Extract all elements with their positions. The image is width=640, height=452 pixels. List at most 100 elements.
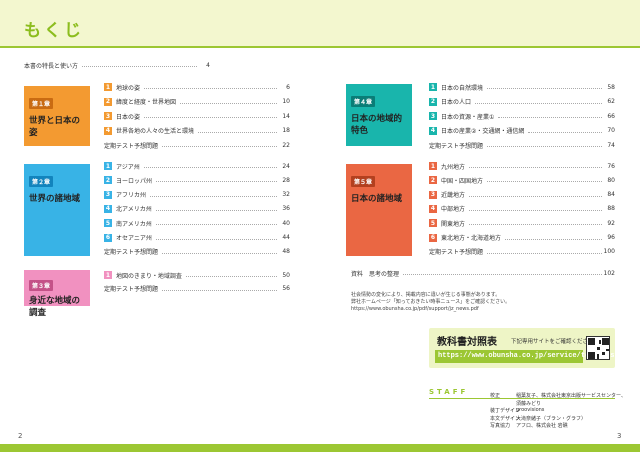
leader-dots [505, 236, 602, 240]
test-page: 48 [282, 248, 290, 256]
item-label: 日本の人口 [441, 99, 472, 106]
item-label: 日本の産業②・交通網・通信網 [441, 128, 525, 135]
test-row[interactable]: 定期テスト予想問題 100 [429, 247, 615, 257]
item-page: 80 [607, 176, 615, 184]
note-line-1: 社会情勢の変化により、掲載内容に違いが生じる事態があります。 [351, 292, 501, 298]
test-label: 定期テスト予想問題 [429, 249, 484, 257]
leader-dots [469, 193, 602, 197]
test-row[interactable]: 定期テスト予想問題 48 [104, 247, 290, 257]
item-page: 18 [282, 127, 290, 134]
leader-dots [162, 143, 277, 147]
item-label: 中部地方 [441, 206, 466, 214]
toc-item-row[interactable]: 2 中国・四国地方 80 [429, 175, 615, 185]
chapter-2-number: 第２章 [29, 176, 54, 187]
staff-row: 写真協力 アフロ、株式会社 岩礁 [490, 422, 616, 429]
item-page: 96 [607, 234, 615, 241]
textbook-title: 教科書対照表 [437, 337, 497, 348]
leader-dots [469, 207, 602, 211]
chapter-2-title: 世界の諸地域 [29, 194, 81, 204]
page-number-right: 3 [617, 432, 622, 440]
toc-item-row[interactable]: 3 アフリカ州 32 [104, 190, 290, 200]
reference-label: 資料 思考の整理 [351, 270, 400, 278]
leader-dots [162, 250, 277, 254]
toc-item-row[interactable]: 5 南アメリカ州 40 [104, 218, 290, 228]
toc-item-row[interactable]: 3 近畿地方 84 [429, 190, 615, 200]
item-label: 緯度と経度・世界地図 [116, 99, 177, 106]
chapter-3-number: 第３章 [29, 280, 54, 291]
test-page: 74 [607, 141, 615, 149]
item-number-badge: 3 [429, 190, 437, 199]
note-line-2: 弊社ホームページ「知っておきたい時事ニュース」をご確認ください。 [351, 299, 511, 305]
item-number-badge: 1 [429, 162, 437, 170]
chapter-5-block[interactable]: 第５章 日本の諸地域 [346, 164, 412, 256]
leader-dots [528, 129, 602, 133]
toc-item-row[interactable]: 5 関東地方 92 [429, 218, 615, 228]
toc-item-row[interactable]: 2 緯度と経度・世界地図 10 [104, 97, 290, 107]
toc-item-row[interactable]: 4 日本の産業②・交通網・通信網 70 [429, 126, 615, 136]
test-row[interactable]: 定期テスト予想問題 56 [104, 284, 290, 294]
qr-code-icon[interactable] [586, 336, 610, 360]
toc-item-row[interactable]: 2 ヨーロッパ州 28 [104, 175, 290, 185]
staff-name: groovisions [516, 407, 545, 413]
test-page: 100 [603, 248, 615, 256]
item-number-badge: 4 [104, 204, 112, 213]
item-label: 日本の姿 [116, 113, 141, 121]
test-row[interactable]: 定期テスト予想問題 74 [429, 140, 615, 150]
chapter-3-block[interactable]: 第３章 身近な地域の調査 [24, 270, 90, 318]
item-label: 地球の姿 [116, 84, 141, 92]
item-page: 40 [282, 219, 290, 227]
item-page: 76 [607, 162, 615, 170]
chapter-1-title: 世界と日本の姿 [29, 116, 81, 138]
toc-item-row[interactable]: 6 オセアニア州 44 [104, 233, 290, 243]
item-page: 84 [607, 191, 615, 199]
toc-item-row[interactable]: 4 中部地方 88 [429, 204, 615, 214]
leader-dots [498, 114, 602, 118]
item-label: 近畿地方 [441, 192, 466, 200]
toc-item-row[interactable]: 1 アジア州 24 [104, 161, 290, 171]
test-row[interactable]: 定期テスト予想問題 22 [104, 140, 290, 150]
note-url[interactable]: https://www.obunsha.co.jp/pdf/support/jz… [351, 306, 611, 313]
leader-dots [180, 100, 277, 104]
staff-row: 本文デザイン 大滝奈緒子（ブラン・グラフ） [490, 415, 616, 422]
toc-item-row[interactable]: 6 東北地方・北海道地方 96 [429, 233, 615, 243]
page-number-left: 2 [18, 432, 23, 440]
toc-intro-row[interactable]: 本書の特長と使い方 4 [24, 60, 210, 70]
item-number-badge: 2 [104, 176, 112, 185]
toc-item-row[interactable]: 3 日本の姿 14 [104, 111, 290, 121]
staff-row: 須藤みどり [490, 400, 616, 407]
toc-item-row[interactable]: 4 世界各地の人々の生活と環境 18 [104, 126, 290, 136]
chapter-4-title-line1: 日本の地域的 [351, 114, 403, 124]
staff-name: 大滝奈緒子（ブラン・グラフ） [516, 415, 587, 422]
toc-item-row[interactable]: 1 地図のきまり・地域調査 50 [104, 270, 290, 280]
chapter-4-block[interactable]: 第４章 日本の地域的 特色 [346, 84, 412, 146]
item-number-badge: 3 [104, 190, 112, 199]
reference-row[interactable]: 資料 思考の整理 102 [351, 268, 615, 278]
staff-name: アフロ、株式会社 岩礁 [516, 423, 568, 429]
staff-row: 装丁デザイン groovisions [490, 407, 616, 414]
item-number-badge: 1 [104, 162, 112, 170]
staff-row: 校正 稲葉友子、株式会社東京出版サービスセンター、 [490, 392, 626, 399]
item-number-badge: 3 [429, 112, 437, 120]
item-number-badge: 1 [429, 83, 437, 91]
intro-page: 4 [206, 61, 210, 69]
intro-label: 本書の特長と使い方 [24, 62, 79, 70]
leader-dots [82, 63, 197, 67]
chapter-2-block[interactable]: 第２章 世界の諸地域 [24, 164, 90, 256]
item-page: 50 [282, 271, 290, 279]
item-number-badge: 2 [104, 97, 112, 106]
toc-item-row[interactable]: 3 日本の資源・産業① 66 [429, 111, 615, 121]
toc-item-row[interactable]: 2 日本の人口 62 [429, 97, 615, 107]
test-page: 22 [282, 141, 290, 149]
toc-item-row[interactable]: 1 日本の自然環境 58 [429, 82, 615, 92]
toc-item-row[interactable]: 1 地球の姿 6 [104, 82, 290, 92]
textbook-url[interactable]: https://www.obunsha.co.jp/service/teikit… [435, 350, 623, 363]
item-number-badge: 4 [104, 126, 112, 135]
toc-item-row[interactable]: 4 北アメリカ州 36 [104, 204, 290, 214]
leader-dots [469, 164, 602, 168]
item-label: 日本の資源・産業① [441, 113, 495, 121]
header-band: もくじ [0, 0, 640, 46]
toc-item-row[interactable]: 1 九州地方 76 [429, 161, 615, 171]
leader-dots [155, 236, 277, 240]
chapter-1-block[interactable]: 第１章 世界と日本の姿 [24, 86, 90, 146]
item-label: 北アメリカ州 [116, 206, 152, 214]
